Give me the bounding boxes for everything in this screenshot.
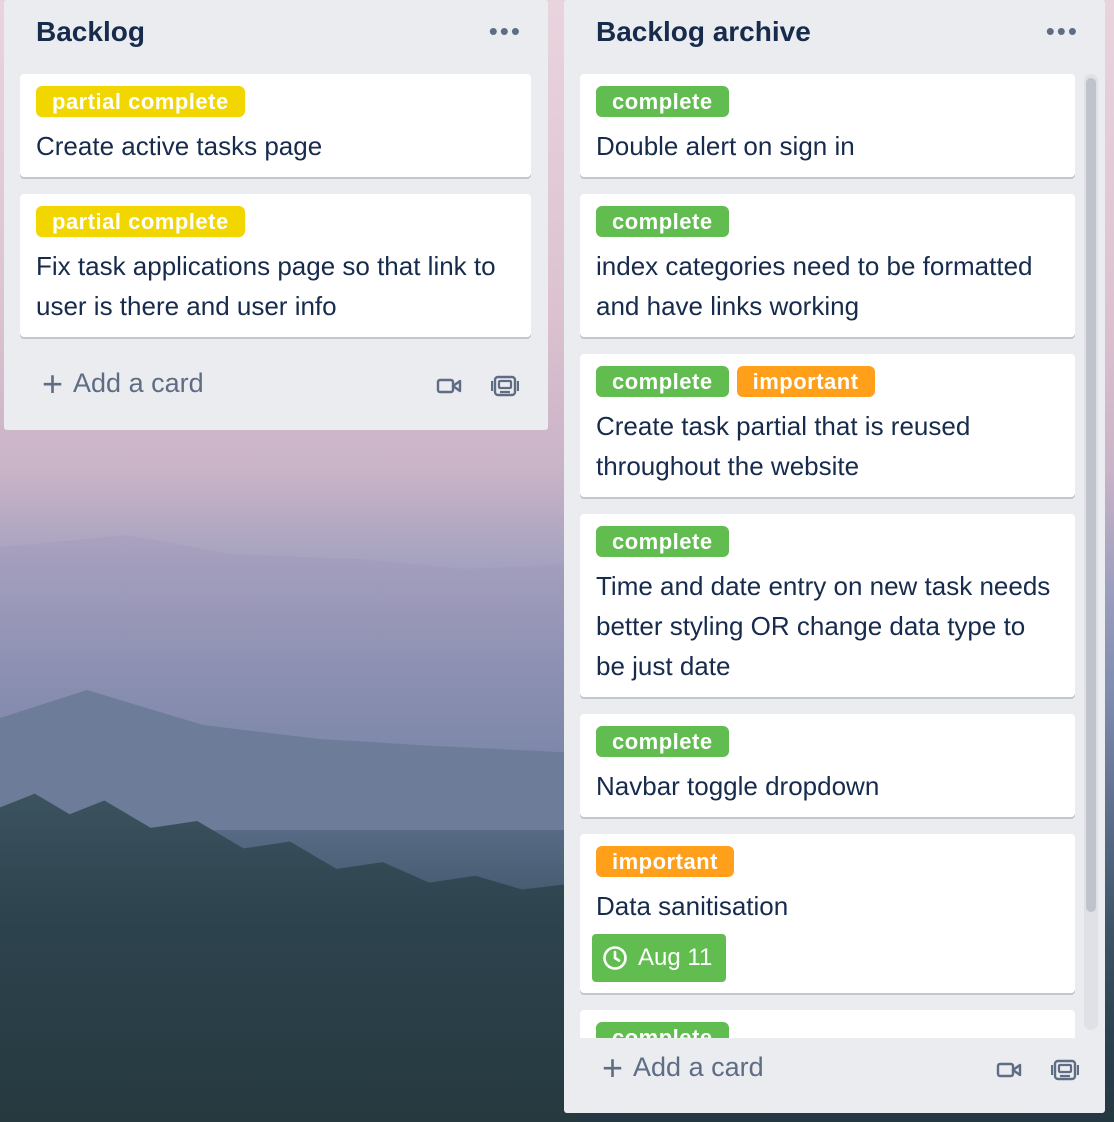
card[interactable]: complete important Create task partial t… (580, 354, 1075, 497)
list-backlog: Backlog ••• partial complete Create acti… (4, 0, 548, 430)
card-title: Navbar toggle dropdown (596, 771, 880, 801)
card-title: Data sanitisation (596, 891, 789, 921)
card[interactable]: complete index categories need to be for… (580, 194, 1075, 337)
add-card-label: Add a card (73, 368, 204, 398)
more-icon[interactable]: ••• (489, 18, 522, 44)
card-label[interactable]: complete (596, 726, 729, 757)
card-title: Fix task applications page so that link … (36, 251, 496, 321)
plus-icon: + (602, 1046, 624, 1088)
card-label[interactable]: complete (596, 1022, 729, 1038)
list-backlog-archive: Backlog archive ••• complete Double aler… (564, 0, 1105, 1113)
card-label[interactable]: important (736, 366, 875, 397)
card-label[interactable]: complete (596, 366, 729, 397)
card-title: index categories need to be formatted an… (596, 251, 1033, 321)
clock-icon (603, 946, 627, 970)
video-icon[interactable] (996, 1060, 1022, 1080)
card[interactable]: complete (580, 1010, 1075, 1038)
card-title: Create active tasks page (36, 131, 323, 161)
card[interactable]: complete Navbar toggle dropdown (580, 714, 1075, 817)
card-title: Double alert on sign in (596, 131, 855, 161)
scrollbar-thumb[interactable] (1086, 78, 1096, 912)
due-date-text: Aug 11 (638, 944, 713, 971)
add-card-label: Add a card (633, 1052, 764, 1082)
add-card-button[interactable]: + Add a card (602, 1046, 764, 1088)
card-container: complete Double alert on sign in complet… (564, 0, 1105, 1038)
card-label[interactable]: complete (596, 526, 729, 557)
card-title: Time and date entry on new task needs be… (596, 571, 1051, 681)
list-title[interactable]: Backlog (36, 16, 145, 48)
card[interactable]: complete Time and date entry on new task… (580, 514, 1075, 697)
card-label[interactable]: important (596, 846, 734, 877)
template-icon[interactable] (1051, 1056, 1079, 1084)
card-title: Create task partial that is reused throu… (596, 411, 971, 481)
card-label[interactable]: complete (596, 86, 729, 117)
plus-icon: + (42, 362, 64, 404)
card-label[interactable]: complete (596, 206, 729, 237)
card[interactable]: partial complete Fix task applications p… (20, 194, 531, 337)
card[interactable]: important Data sanitisation Aug 11 (580, 834, 1075, 993)
card[interactable]: partial complete Create active tasks pag… (20, 74, 531, 177)
due-date-badge[interactable]: Aug 11 (592, 934, 727, 982)
add-card-button[interactable]: + Add a card (42, 362, 204, 404)
video-icon[interactable] (436, 376, 462, 396)
card-label[interactable]: partial complete (36, 206, 245, 237)
card[interactable]: complete Double alert on sign in (580, 74, 1075, 177)
card-label[interactable]: partial complete (36, 86, 245, 117)
background-forest (0, 793, 580, 1122)
template-icon[interactable] (491, 372, 519, 400)
